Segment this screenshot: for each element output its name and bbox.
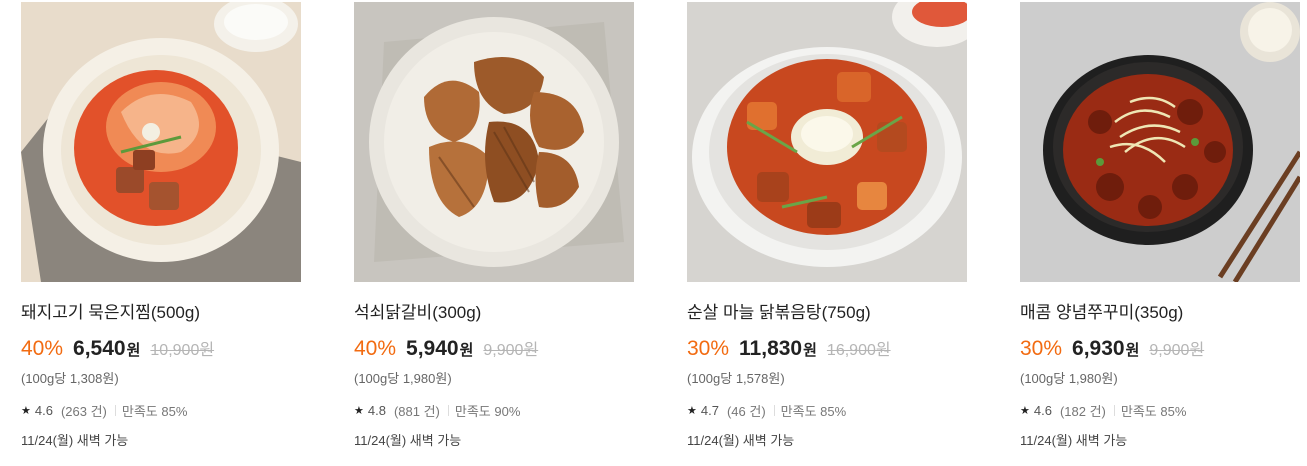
review-meta: ★ 4.7 (46 건) 만족도 85% <box>687 401 967 420</box>
rating-value: 4.6 <box>1033 403 1052 418</box>
discount-rate: 40% <box>354 337 397 360</box>
review-count: (263 건) <box>60 404 107 419</box>
discount-rate: 30% <box>1020 337 1063 360</box>
review-meta: ★ 4.6 (182 건) 만족도 85% <box>1020 401 1300 420</box>
spicy-webfoot-octopus-photo-icon <box>1020 2 1300 282</box>
delivery-info: 11/24(월) 새벽 가능 <box>354 433 462 448</box>
delivery-info: 11/24(월) 새벽 가능 <box>21 433 129 448</box>
currency-label: 원 <box>126 342 141 359</box>
product-image[interactable] <box>21 2 301 282</box>
product-card[interactable]: 매콤 양념쭈꾸미(350g) 30% 6,930 원 9,900원 (100g당 … <box>1020 2 1300 449</box>
product-name[interactable]: 석쇠닭갈비(300g) <box>354 302 634 324</box>
satisfaction: 만족도 85% <box>780 404 847 419</box>
price-row: 30% 11,830 원 16,900원 <box>687 336 967 364</box>
unit-price: (100g당 1,980원) <box>1020 371 1118 386</box>
original-price: 9,900원 <box>1149 342 1205 359</box>
sale-price: 6,930 <box>1072 337 1125 360</box>
rating-value: 4.8 <box>367 403 386 418</box>
satisfaction: 만족도 85% <box>121 404 188 419</box>
discount-rate: 30% <box>687 337 730 360</box>
currency-label: 원 <box>1125 342 1140 359</box>
original-price: 9,900원 <box>483 342 539 359</box>
sale-price: 11,830 <box>739 337 803 360</box>
unit-price: (100g당 1,578원) <box>687 371 785 386</box>
original-price: 16,900원 <box>826 342 891 359</box>
currency-label: 원 <box>459 342 474 359</box>
braised-kimchi-pork-photo-icon <box>21 2 301 282</box>
currency-label: 원 <box>803 342 817 359</box>
star-icon: ★ <box>354 405 364 417</box>
product-image[interactable] <box>687 2 967 282</box>
review-count: (46 건) <box>726 404 766 419</box>
unit-price: (100g당 1,980원) <box>354 371 452 386</box>
sale-price: 5,940 <box>406 337 459 360</box>
rating-value: 4.6 <box>34 403 53 418</box>
discount-rate: 40% <box>21 337 64 360</box>
divider <box>1113 405 1115 416</box>
delivery-info: 11/24(월) 새벽 가능 <box>687 433 795 448</box>
satisfaction: 만족도 85% <box>1120 404 1187 419</box>
product-card[interactable]: 순살 마늘 닭볶음탕(750g) 30% 11,830 원 16,900원 (10… <box>687 2 967 449</box>
review-count: (182 건) <box>1059 404 1106 419</box>
product-image[interactable] <box>1020 2 1300 282</box>
rating-value: 4.7 <box>700 403 719 418</box>
review-count: (881 건) <box>393 404 440 419</box>
divider <box>114 405 116 416</box>
divider <box>773 405 775 416</box>
satisfaction: 만족도 90% <box>454 404 521 419</box>
product-grid: 돼지고기 묵은지찜(500g) 40% 6,540 원 10,900원 (100g… <box>0 0 1307 466</box>
product-image[interactable] <box>354 2 634 282</box>
product-name[interactable]: 돼지고기 묵은지찜(500g) <box>21 302 301 324</box>
original-price: 10,900원 <box>150 342 215 359</box>
product-name[interactable]: 순살 마늘 닭볶음탕(750g) <box>687 302 967 324</box>
star-icon: ★ <box>21 405 31 417</box>
price-row: 40% 5,940 원 9,900원 <box>354 336 634 364</box>
price-row: 30% 6,930 원 9,900원 <box>1020 336 1300 364</box>
review-meta: ★ 4.8 (881 건) 만족도 90% <box>354 401 634 420</box>
sale-price: 6,540 <box>73 337 126 360</box>
product-name[interactable]: 매콤 양념쭈꾸미(350g) <box>1020 302 1300 324</box>
star-icon: ★ <box>687 405 697 417</box>
garlic-braised-chicken-photo-icon <box>687 2 967 282</box>
grilled-chicken-galbi-photo-icon <box>354 2 634 282</box>
unit-price: (100g당 1,308원) <box>21 371 119 386</box>
star-icon: ★ <box>1020 405 1030 417</box>
price-row: 40% 6,540 원 10,900원 <box>21 336 301 364</box>
delivery-info: 11/24(월) 새벽 가능 <box>1020 433 1128 448</box>
review-meta: ★ 4.6 (263 건) 만족도 85% <box>21 401 301 420</box>
product-card[interactable]: 돼지고기 묵은지찜(500g) 40% 6,540 원 10,900원 (100g… <box>21 2 301 449</box>
product-card[interactable]: 석쇠닭갈비(300g) 40% 5,940 원 9,900원 (100g당 1,9… <box>354 2 634 449</box>
divider <box>447 405 449 416</box>
